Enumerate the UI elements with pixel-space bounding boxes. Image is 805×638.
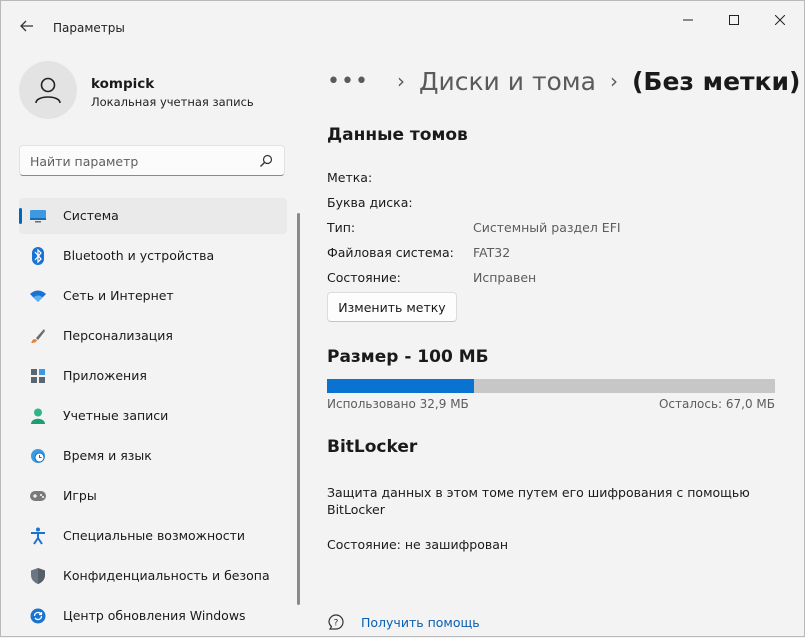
update-icon (29, 607, 47, 625)
system-icon (29, 207, 47, 225)
usage-bar-fill (327, 379, 475, 393)
status-value: Исправен (473, 270, 537, 285)
sidebar-item-apps[interactable]: Приложения (19, 358, 287, 394)
minimize-button[interactable] (665, 7, 711, 33)
get-help-link[interactable]: Получить помощь (361, 615, 480, 630)
sidebar-scrollbar[interactable] (297, 213, 300, 605)
used-space-label: Использовано 32,9 МБ (327, 397, 469, 411)
type-label: Тип: (327, 220, 356, 235)
file-system-value: FAT32 (473, 245, 511, 260)
brush-icon (29, 327, 47, 345)
avatar (19, 61, 77, 119)
sidebar-nav: Система Bluetooth и устройства Сеть и Ин… (19, 198, 287, 638)
title-bar: Параметры (1, 1, 804, 39)
sidebar-item-label: Игры (63, 488, 97, 503)
chevron-right-icon: › (396, 69, 405, 93)
change-label-button[interactable]: Изменить метку (327, 292, 457, 322)
status-label: Состояние: (327, 270, 401, 285)
usage-bar (327, 379, 775, 393)
breadcrumb-more-button[interactable]: ••• (327, 69, 369, 94)
maximize-button[interactable] (711, 7, 757, 33)
sidebar-item-label: Учетные записи (63, 408, 169, 423)
time-language-icon (29, 447, 47, 465)
sidebar-item-time-language[interactable]: Время и язык (19, 438, 287, 474)
breadcrumb-parent-link[interactable]: Диски и тома (419, 67, 596, 96)
search-input[interactable] (30, 152, 250, 170)
search-box[interactable] (19, 145, 285, 176)
close-button[interactable] (757, 7, 803, 33)
sidebar-item-accessibility[interactable]: Специальные возможности (19, 518, 287, 554)
sidebar-item-system[interactable]: Система (19, 198, 287, 234)
label-field-label: Метка: (327, 170, 373, 185)
back-button[interactable] (13, 13, 41, 39)
back-arrow-icon (20, 20, 33, 32)
get-help[interactable]: ? Получить помощь (327, 613, 480, 631)
user-name: kompick (91, 76, 155, 92)
shield-icon (29, 567, 47, 585)
sidebar-item-privacy[interactable]: Конфиденциальность и безопасность (19, 558, 287, 594)
user-icon (35, 77, 61, 104)
page-title: (Без метки) (632, 66, 801, 96)
gamepad-icon (29, 487, 47, 505)
svg-text:?: ? (334, 619, 339, 629)
bitlocker-description: Защита данных в этом томе путем его шифр… (327, 485, 750, 517)
sidebar-item-label: Персонализация (63, 328, 173, 343)
bitlocker-heading: BitLocker (327, 437, 418, 457)
sidebar-item-gaming[interactable]: Игры (19, 478, 287, 514)
sidebar-item-accounts[interactable]: Учетные записи (19, 398, 287, 434)
type-value: Системный раздел EFI (473, 220, 621, 235)
sidebar-item-label: Время и язык (63, 448, 152, 463)
sidebar-item-label: Сеть и Интернет (63, 288, 174, 303)
sidebar-item-label: Система (63, 208, 119, 223)
volume-data-heading: Данные томов (327, 125, 468, 145)
maximize-icon (729, 15, 739, 25)
sidebar-item-label: Конфиденциальность и безопасность (63, 568, 269, 583)
free-space-label: Осталось: 67,0 МБ (658, 397, 775, 411)
minimize-icon (683, 19, 693, 21)
sidebar-item-label: Bluetooth и устройства (63, 248, 215, 263)
apps-icon (29, 367, 47, 385)
bluetooth-icon (29, 247, 47, 265)
sidebar-item-bluetooth[interactable]: Bluetooth и устройства (19, 238, 287, 274)
help-icon: ? (328, 614, 344, 630)
app-title: Параметры (53, 21, 125, 35)
wifi-icon (29, 287, 47, 305)
sidebar-item-personalization[interactable]: Персонализация (19, 318, 287, 354)
close-icon (775, 15, 785, 25)
settings-window: Параметры kompick Локальная учетная запи… (0, 0, 805, 637)
sidebar-item-network[interactable]: Сеть и Интернет (19, 278, 287, 314)
search-icon[interactable] (258, 153, 274, 169)
chevron-right-icon: › (610, 69, 618, 93)
bitlocker-status: Состояние: не зашифрован (327, 537, 509, 552)
accessibility-icon (29, 527, 47, 545)
breadcrumb: ••• › Диски и тома › (Без метки) (327, 61, 800, 101)
drive-letter-label: Буква диска: (327, 195, 413, 210)
sidebar-item-label: Приложения (63, 368, 147, 383)
size-heading: Размер - 100 МБ (327, 347, 489, 367)
sidebar-item-windows-update[interactable]: Центр обновления Windows (19, 598, 287, 634)
sidebar-item-label: Специальные возможности (63, 528, 246, 543)
accounts-icon (29, 407, 47, 425)
file-system-label: Файловая система: (327, 245, 454, 260)
sidebar-item-label: Центр обновления Windows (63, 608, 246, 623)
account-type: Локальная учетная запись (91, 95, 254, 109)
